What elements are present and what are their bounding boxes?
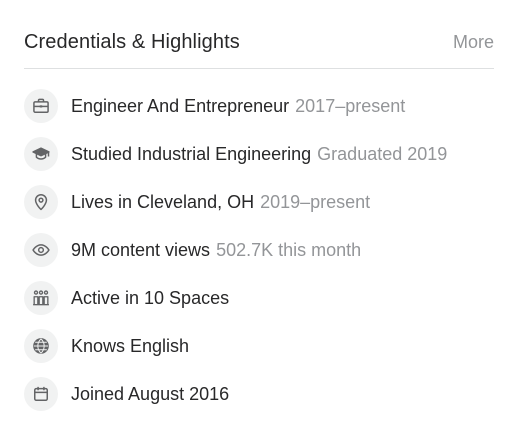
globe-icon xyxy=(24,329,58,363)
credential-secondary: 502.7K this month xyxy=(216,239,362,260)
credential-primary: Lives in Cleveland, OH xyxy=(71,191,255,212)
credential-primary: Knows English xyxy=(71,335,190,356)
credential-primary: Active in 10 Spaces xyxy=(71,287,230,308)
credential-primary: 9M content views xyxy=(71,239,211,260)
credential-item-education[interactable]: Studied Industrial Engineering Graduated… xyxy=(24,130,494,178)
credential-item-employment[interactable]: Engineer And Entrepreneur 2017–present xyxy=(24,82,494,130)
credential-secondary: 2019–present xyxy=(260,191,371,212)
credential-item-location[interactable]: Lives in Cleveland, OH 2019–present xyxy=(24,178,494,226)
calendar-icon xyxy=(24,377,58,411)
eye-icon xyxy=(24,233,58,267)
location-pin-icon xyxy=(24,185,58,219)
spaces-icon xyxy=(24,281,58,315)
credential-primary: Studied Industrial Engineering xyxy=(71,143,312,164)
credentials-panel: Credentials & Highlights More Engineer A… xyxy=(0,0,518,429)
credential-item-spaces[interactable]: Active in 10 Spaces xyxy=(24,274,494,322)
credentials-list: Engineer And Entrepreneur 2017–present S… xyxy=(24,82,494,418)
credential-item-language[interactable]: Knows English xyxy=(24,322,494,370)
credential-item-views[interactable]: 9M content views 502.7K this month xyxy=(24,226,494,274)
briefcase-icon xyxy=(24,89,58,123)
panel-header: Credentials & Highlights More xyxy=(24,22,494,69)
credential-secondary: 2017–present xyxy=(295,95,406,116)
credential-item-joined[interactable]: Joined August 2016 xyxy=(24,370,494,418)
credential-secondary: Graduated 2019 xyxy=(317,143,448,164)
panel-title: Credentials & Highlights xyxy=(24,31,240,53)
credential-primary: Engineer And Entrepreneur xyxy=(71,95,290,116)
credential-primary: Joined August 2016 xyxy=(71,383,230,404)
graduation-cap-icon xyxy=(24,137,58,171)
more-link[interactable]: More xyxy=(453,22,494,62)
